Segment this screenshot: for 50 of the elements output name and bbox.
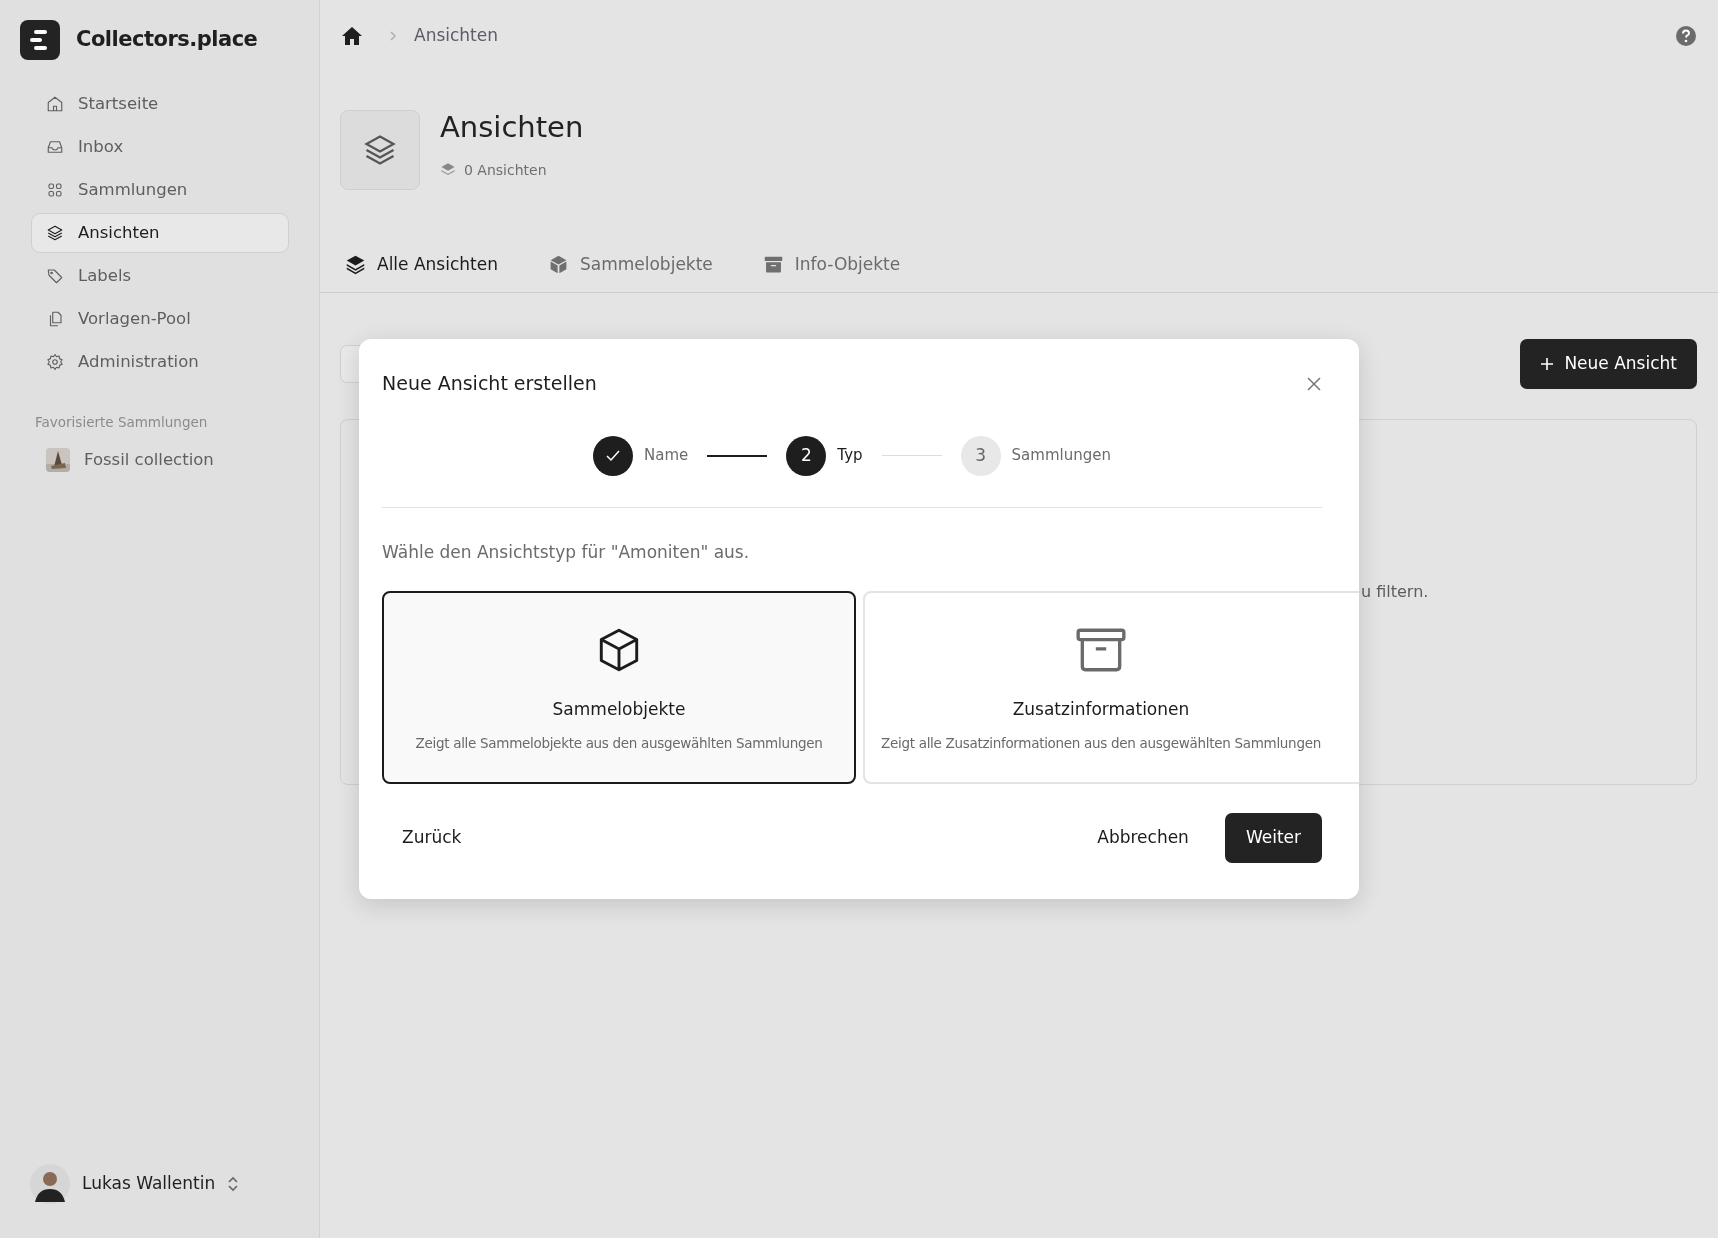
option-description: Zeigt alle Zusatzinformationen aus den ausgewählten Sammlungen xyxy=(881,733,1321,753)
tab[interactable]: Alle Ansichten xyxy=(345,252,498,278)
plus-icon xyxy=(1540,356,1555,371)
cancel-button[interactable]: Abbrechen xyxy=(1077,815,1209,861)
next-button[interactable]: Weiter xyxy=(1224,813,1322,863)
sidebar-item[interactable]: Ansichten xyxy=(31,213,289,253)
step-label: Name xyxy=(644,445,689,467)
layers-icon xyxy=(46,224,64,242)
sidebar-item[interactable]: Inbox xyxy=(31,127,289,167)
tab[interactable]: Info-Objekte xyxy=(762,252,901,278)
step-label: Typ xyxy=(837,445,863,467)
dialog-prompt: Wähle den Ansichtstyp für "Amoniten" aus. xyxy=(382,540,751,564)
step-circle: 3 xyxy=(960,435,1001,476)
avatar-icon xyxy=(30,1164,70,1204)
step-label: Sammlungen xyxy=(1011,445,1111,467)
new-view-button[interactable]: Neue Ansicht xyxy=(1520,338,1697,389)
home-icon[interactable] xyxy=(342,27,362,45)
sidebar-item[interactable]: Vorlagen-Pool xyxy=(31,299,289,339)
user-name[interactable]: Lukas Wallentin xyxy=(82,1171,216,1197)
favorite-item[interactable]: Fossil collection xyxy=(31,440,289,481)
back-button[interactable]: Zurück xyxy=(382,815,482,861)
hint-text: u filtern. xyxy=(1361,580,1429,603)
chevron-right-icon xyxy=(388,29,398,43)
page-title: Ansichten xyxy=(440,112,584,144)
grid-icon xyxy=(46,181,64,199)
step-circle: 2 xyxy=(786,435,827,476)
chevron-updown-icon[interactable] xyxy=(227,1175,240,1193)
option-title: Sammelobjekte xyxy=(552,698,686,721)
sidebar-item[interactable]: Startseite xyxy=(31,84,289,124)
option-card[interactable]: Zusatzinformationen Zeigt alle Zusatzinformationen aus den ausgewählten Sammlungen xyxy=(863,591,1359,784)
gear-icon xyxy=(46,353,64,371)
sidebar-item[interactable]: Labels xyxy=(31,256,289,296)
dialog-title: Neue Ansicht erstellen xyxy=(382,371,597,396)
help-icon[interactable] xyxy=(1676,26,1696,46)
home-icon xyxy=(46,95,64,113)
option-description: Zeigt alle Sammelobjekte aus den ausgewählten Sammlungen xyxy=(415,733,823,753)
sidebar-item[interactable]: Sammlungen xyxy=(31,170,289,210)
section-heading: Favorisierte Sammlungen xyxy=(35,413,209,432)
layers-icon xyxy=(345,254,366,276)
breadcrumb-link[interactable]: Ansichten xyxy=(414,23,498,49)
inbox-icon xyxy=(46,138,64,156)
option-title: Zusatzinformationen xyxy=(1012,698,1190,721)
sidebar-item[interactable]: Administration xyxy=(31,342,289,382)
app-name: Collectors.place xyxy=(76,26,258,54)
page-icon xyxy=(340,110,420,190)
logo-icon xyxy=(20,20,60,60)
view-count: 0 Ansichten xyxy=(464,160,547,180)
tag-icon xyxy=(46,267,64,285)
option-card[interactable]: Sammelobjekte Zeigt alle Sammelobjekte aus den ausgewählten Sammlungen xyxy=(382,591,856,784)
tab[interactable]: Sammelobjekte xyxy=(547,252,713,278)
